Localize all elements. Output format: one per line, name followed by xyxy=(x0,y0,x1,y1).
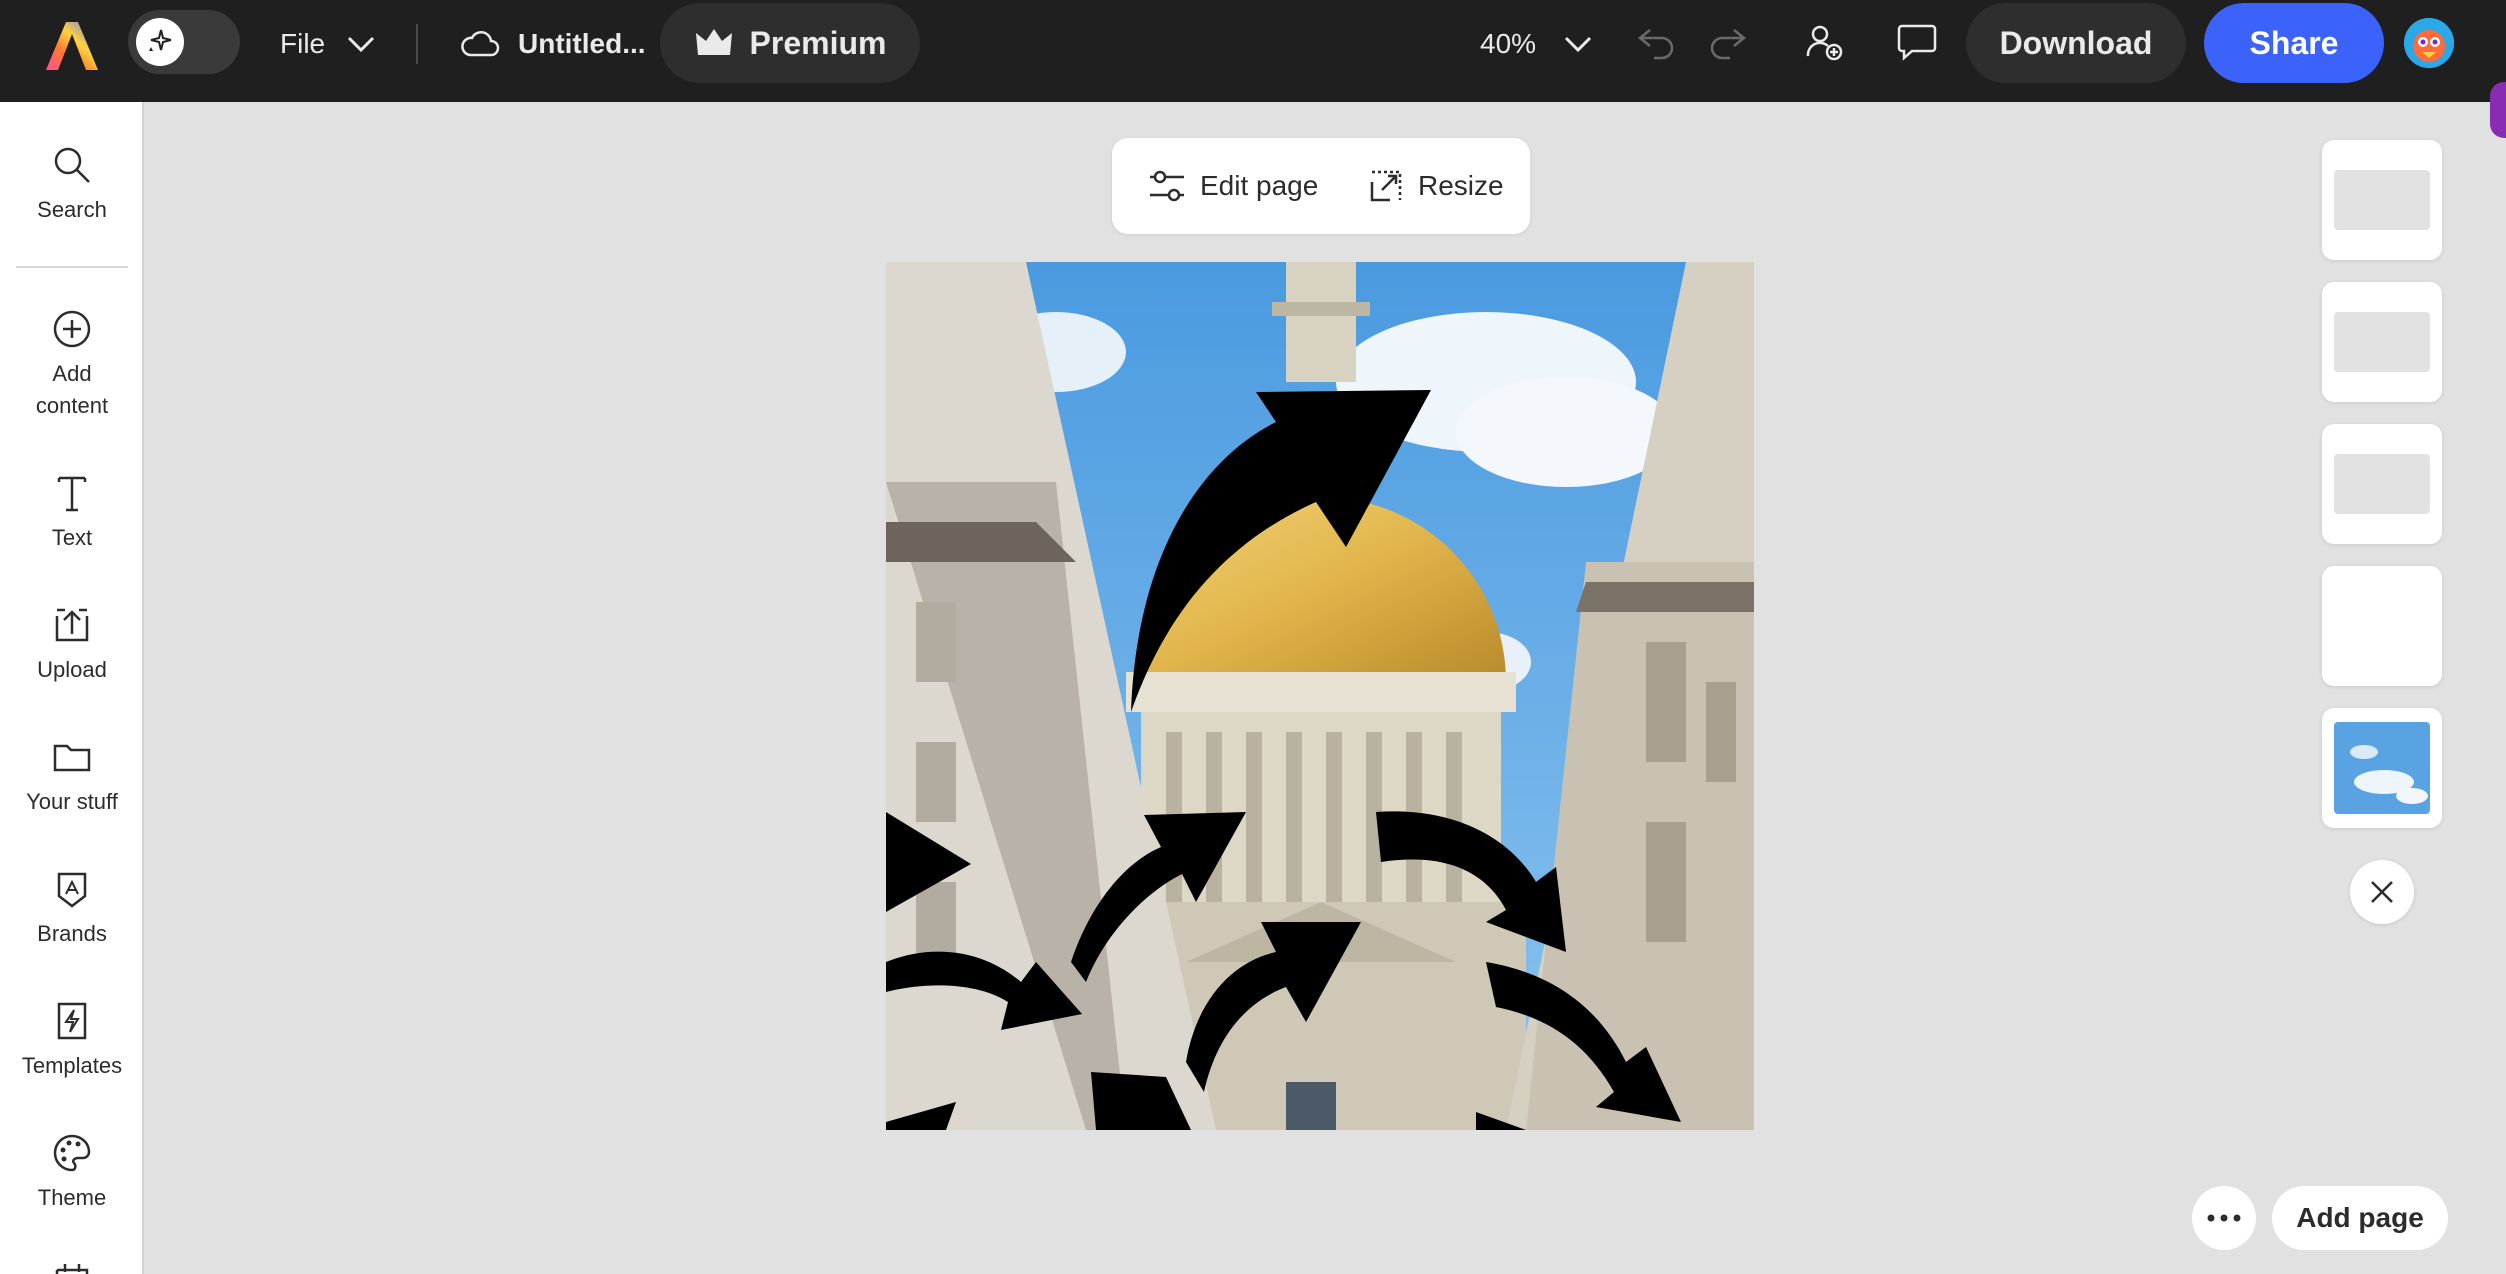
text-icon xyxy=(57,476,87,512)
sidebar-item-label: Text xyxy=(51,525,93,550)
avatar[interactable] xyxy=(2404,18,2454,68)
share-button[interactable]: Share xyxy=(2204,3,2384,83)
zoom-control[interactable]: 40% xyxy=(1480,20,1592,68)
document-title-text: Untitled... xyxy=(518,28,646,59)
left-sidebar: Search Add content Text Upload Your stuf… xyxy=(0,102,144,1274)
comment-icon[interactable] xyxy=(1896,22,1938,62)
resize-button[interactable]: Resize xyxy=(1368,160,1504,212)
chevron-down-icon xyxy=(1564,36,1592,53)
palette-icon xyxy=(53,1134,91,1172)
page-edit-toolbar: Edit page Resize xyxy=(1112,138,1530,234)
sidebar-item-label: Theme xyxy=(37,1185,107,1210)
ai-assistant-toggle[interactable] xyxy=(128,10,240,74)
chevron-down-icon xyxy=(348,36,375,53)
calendar-icon xyxy=(55,1264,89,1274)
sidebar-item-text[interactable]: Text xyxy=(0,472,144,554)
add-circle-icon xyxy=(53,310,91,348)
zoom-level: 40% xyxy=(1480,28,1537,59)
sidebar-item-search[interactable]: Search xyxy=(0,144,144,226)
design-canvas[interactable] xyxy=(886,262,1754,1130)
close-thumbnails-button[interactable] xyxy=(2350,860,2414,924)
sidebar-item-label: Your stuff xyxy=(26,789,118,814)
sparkle-icon xyxy=(136,18,184,66)
sidebar-item-your-stuff[interactable]: Your stuff xyxy=(0,736,144,818)
sidebar-item-label: Brands xyxy=(37,921,107,946)
redo-icon[interactable] xyxy=(1708,24,1748,60)
sidebar-item-label: Upload xyxy=(37,657,107,682)
edit-page-label: Edit page xyxy=(1200,170,1319,201)
document-title[interactable]: Untitled... xyxy=(460,20,646,68)
file-menu[interactable]: File xyxy=(280,20,375,68)
top-toolbar: File Untitled... Premium 40% Download Sh… xyxy=(0,0,2506,102)
more-icon xyxy=(2207,1214,2241,1222)
thumbnail-preview xyxy=(2334,722,2430,814)
sidebar-item-label: Templates xyxy=(21,1053,123,1078)
sliders-icon xyxy=(1150,170,1184,202)
brand-shield-icon xyxy=(57,872,87,908)
adobe-express-logo-icon[interactable] xyxy=(44,18,100,74)
sidebar-item-upload[interactable]: Upload xyxy=(0,604,144,686)
folder-icon xyxy=(53,744,91,772)
sidebar-item-templates[interactable]: Templates xyxy=(0,1000,144,1082)
edit-page-button[interactable]: Edit page xyxy=(1148,160,1318,212)
thumbnail-preview xyxy=(2334,170,2430,230)
page-thumbnail-active[interactable] xyxy=(2322,708,2442,828)
page-thumbnail[interactable] xyxy=(2322,282,2442,402)
premium-button[interactable]: Premium xyxy=(660,3,920,83)
more-options-button[interactable] xyxy=(2192,1186,2256,1250)
cloud-icon xyxy=(461,31,500,57)
resize-label: Resize xyxy=(1418,170,1504,201)
close-icon xyxy=(2371,881,2393,903)
crown-icon xyxy=(695,29,732,55)
templates-icon xyxy=(57,1002,87,1040)
sidebar-item-theme[interactable]: Theme xyxy=(0,1132,144,1214)
page-thumbnail[interactable] xyxy=(2322,140,2442,260)
premium-button-label: Premium xyxy=(749,24,887,61)
undo-icon[interactable] xyxy=(1636,24,1676,60)
thumbnail-preview xyxy=(2334,454,2430,514)
sidebar-divider xyxy=(16,266,128,268)
download-button[interactable]: Download xyxy=(1966,3,2186,83)
resize-icon xyxy=(1370,170,1402,202)
add-page-button[interactable]: Add page xyxy=(2272,1186,2448,1250)
invite-user-icon[interactable] xyxy=(1804,22,1844,62)
page-thumbnail[interactable] xyxy=(2322,566,2442,686)
upload-icon xyxy=(55,608,89,642)
thumbnail-preview xyxy=(2334,312,2430,372)
sidebar-item-more[interactable] xyxy=(0,1262,144,1274)
sidebar-item-label: Add content xyxy=(35,361,109,418)
sidebar-item-label: Search xyxy=(37,197,107,222)
toolbar-divider xyxy=(416,24,418,64)
page-thumbnail[interactable] xyxy=(2322,424,2442,544)
file-menu-label: File xyxy=(280,28,326,59)
sidebar-item-add-content[interactable]: Add content xyxy=(0,308,144,422)
edge-indicator xyxy=(2490,82,2506,138)
sidebar-item-brands[interactable]: Brands xyxy=(0,868,144,950)
canvas-artwork xyxy=(886,262,1754,1130)
search-icon xyxy=(54,147,90,183)
